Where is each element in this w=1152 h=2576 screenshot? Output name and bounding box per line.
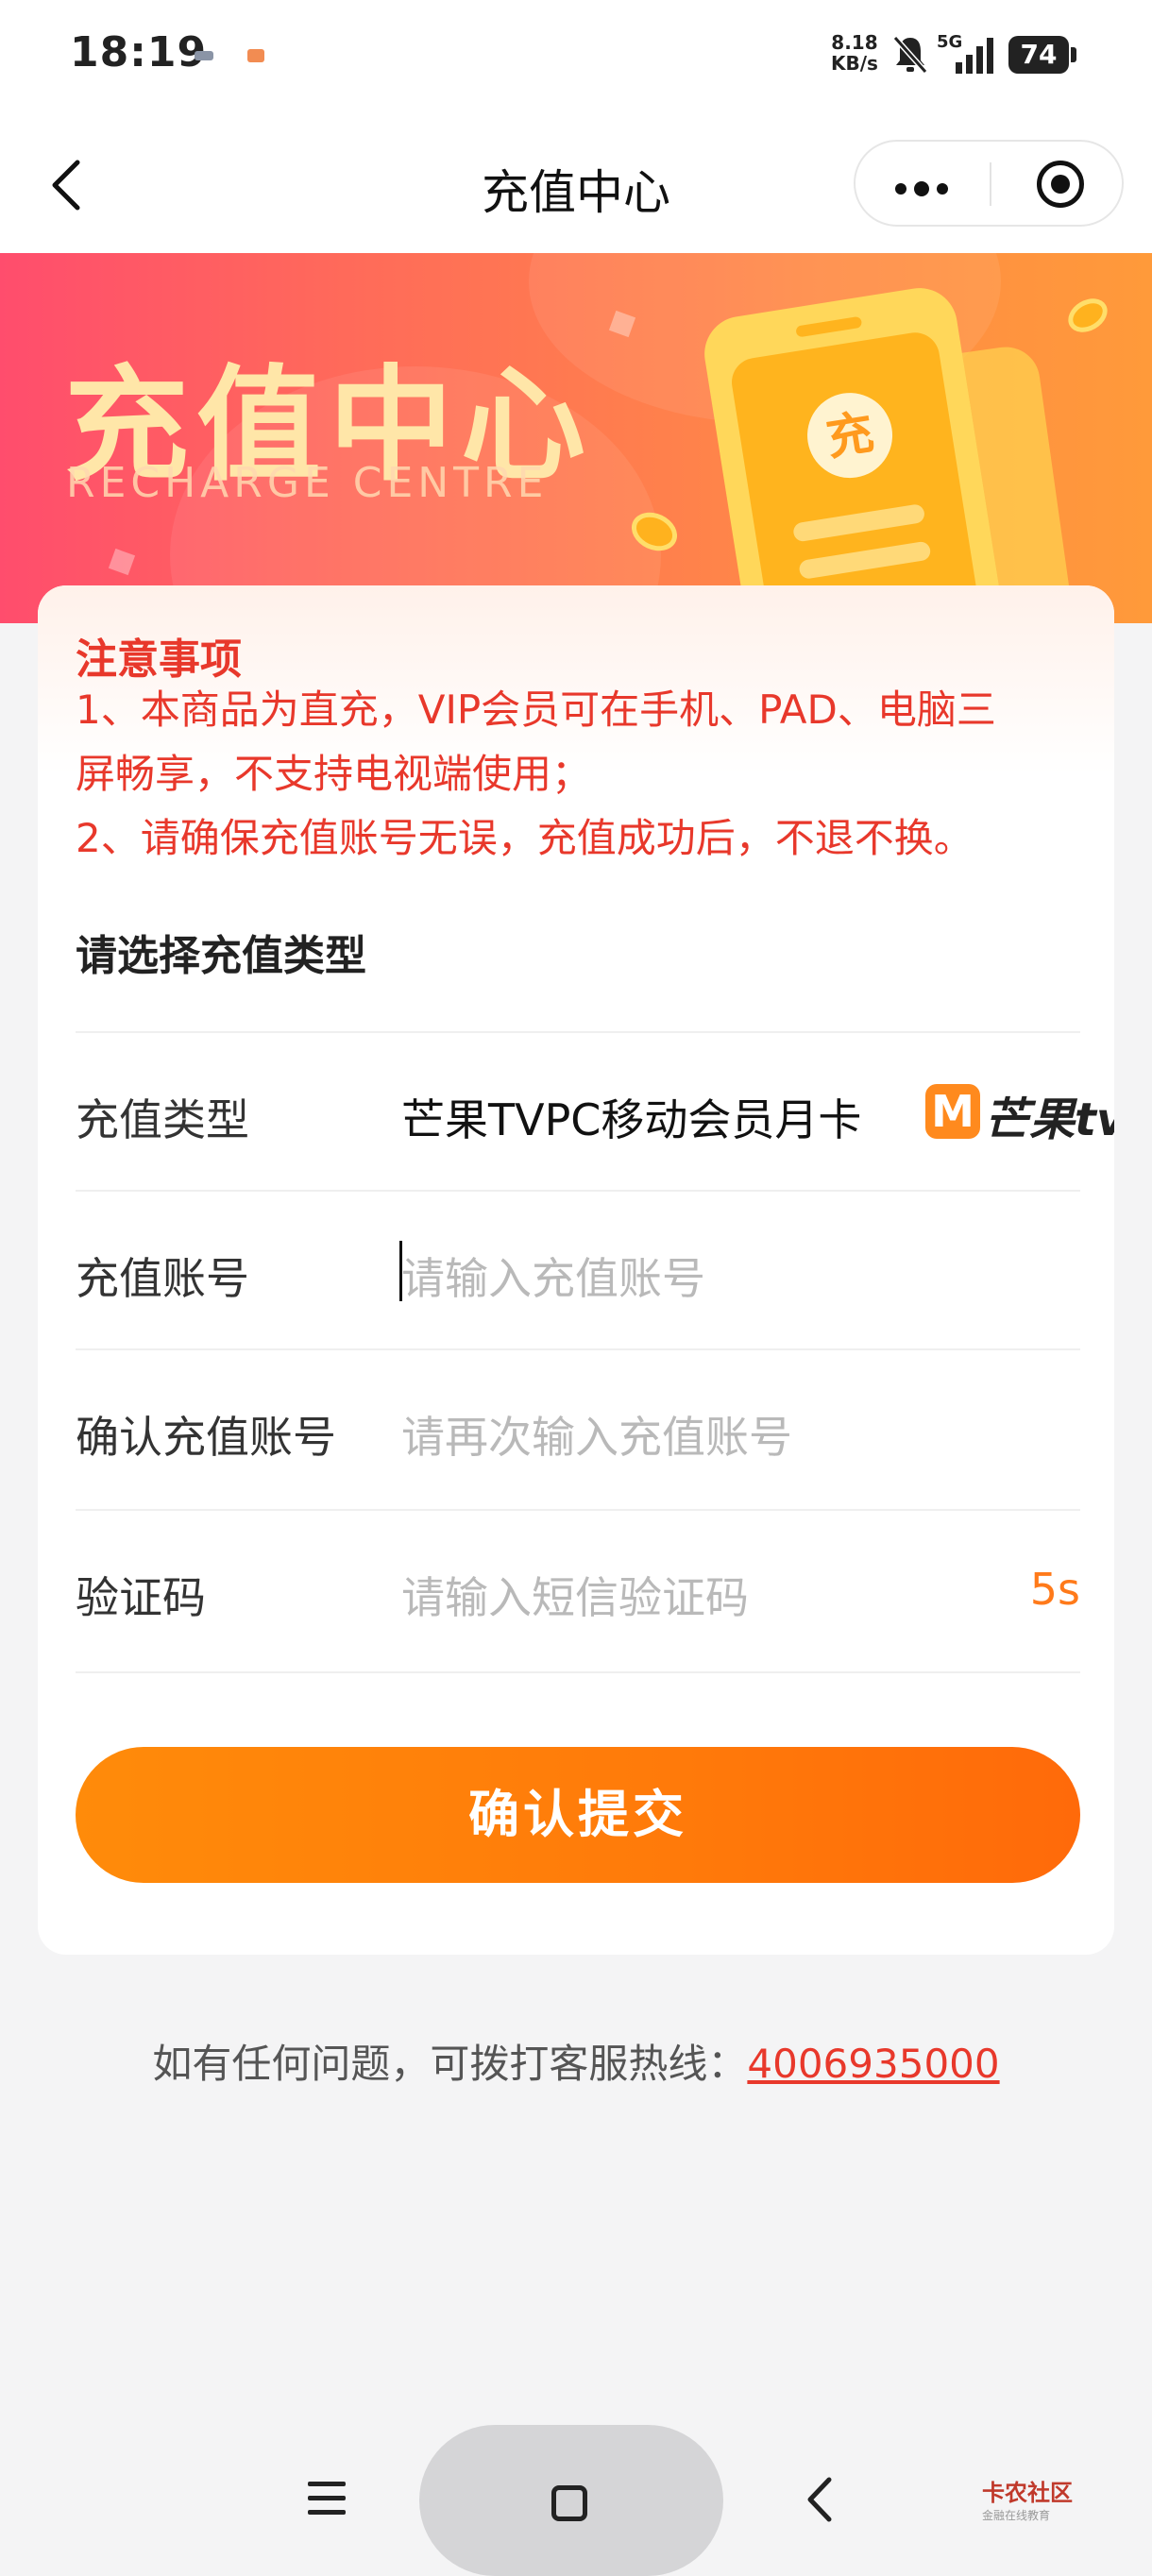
confirm-account-row: 确认充值账号 请再次输入充值账号 [76, 1348, 1080, 1509]
network-speed-value: 8.18 [831, 31, 878, 54]
submit-button[interactable]: 确认提交 [76, 1747, 1080, 1883]
divider [76, 1671, 1080, 1673]
battery-tip [1071, 47, 1076, 62]
phone-line [791, 502, 926, 543]
account-input[interactable]: 请输入充值账号 [401, 1245, 705, 1307]
home-button[interactable] [419, 2425, 723, 2576]
confirm-account-input[interactable]: 请再次输入充值账号 [401, 1403, 792, 1466]
close-miniapp-icon[interactable] [1037, 161, 1084, 208]
capsule-divider [990, 162, 991, 206]
code-countdown[interactable]: 5s [1030, 1564, 1080, 1615]
hotline-text: 如有任何问题，可拨打客服热线： [152, 2041, 748, 2087]
miniapp-capsule [854, 140, 1124, 227]
coin-icon [1061, 292, 1114, 339]
hotline-number[interactable]: 4006935000 [747, 2041, 999, 2087]
phone-speaker [795, 315, 863, 338]
confetti [108, 548, 136, 576]
notice-title: 注意事项 [76, 636, 242, 684]
verification-code-label: 验证码 [76, 1572, 206, 1623]
verification-code-row: 验证码 请输入短信验证码 5s [76, 1509, 1080, 1669]
mango-tv-logo: M 芒果tv [925, 1082, 1114, 1146]
recharge-coin-icon: 充 [801, 386, 899, 484]
watermark-logo: 卡农社区 金融在线教育 [982, 2474, 1073, 2523]
notice-line: 2、请确保充值账号无误，充值成功后，不退不换。 [76, 815, 974, 861]
mango-m-icon: M [925, 1084, 980, 1139]
notice-line: 1、本商品为直充，VIP会员可在手机、PAD、电脑三 [76, 686, 996, 733]
battery-level: 74 [1008, 36, 1069, 74]
section-title: 请选择充值类型 [76, 932, 366, 980]
mute-bell-icon [892, 36, 928, 74]
screen-record-icon [247, 49, 264, 62]
more-options-icon[interactable] [895, 179, 956, 198]
account-label: 充值账号 [76, 1253, 249, 1304]
confirm-account-label: 确认充值账号 [76, 1412, 336, 1463]
network-speed: 8.18 KB/s [831, 32, 878, 74]
network-speed-unit: KB/s [831, 52, 878, 75]
recharge-card: 注意事项 1、本商品为直充，VIP会员可在手机、PAD、电脑三 屏畅享，不支持电… [38, 585, 1114, 1955]
status-bar: 18:19 8.18 KB/s 5G 74 [0, 0, 1152, 113]
recharge-type-row[interactable]: 充值类型 芒果TVPC移动会员月卡 M 芒果tv [76, 1031, 1114, 1192]
recharge-type-value: 芒果TVPC移动会员月卡 [401, 1094, 862, 1145]
watermark-tagline: 金融在线教育 [982, 2509, 1051, 2522]
account-row: 充值账号 请输入充值账号 [76, 1190, 1080, 1350]
phone-line [798, 540, 932, 581]
notice-line: 屏畅享，不支持电视端使用； [76, 751, 592, 797]
mango-logo-text: 芒果tv [984, 1093, 1114, 1146]
recharge-type-label: 充值类型 [76, 1094, 249, 1145]
banner-subtitle: RECHARGE CENTRE [66, 459, 549, 507]
system-nav-bar: 卡农社区 金融在线教育 [0, 2417, 1152, 2576]
nav-bar: 充值中心 [0, 113, 1152, 253]
notification-icon [195, 51, 213, 60]
system-back-icon[interactable] [803, 2476, 837, 2523]
hero-banner: 充值中心 RECHARGE CENTRE 充 [0, 253, 1152, 623]
status-time: 18:19 [70, 28, 208, 76]
verification-code-input[interactable]: 请输入短信验证码 [401, 1564, 749, 1626]
home-square-icon [551, 2485, 587, 2521]
watermark-name: 卡农社区 [982, 2480, 1073, 2506]
hotline: 如有任何问题，可拨打客服热线：4006935000 [0, 2032, 1152, 2090]
phone-screen: 充 [728, 329, 985, 623]
menu-icon[interactable] [308, 2482, 346, 2515]
